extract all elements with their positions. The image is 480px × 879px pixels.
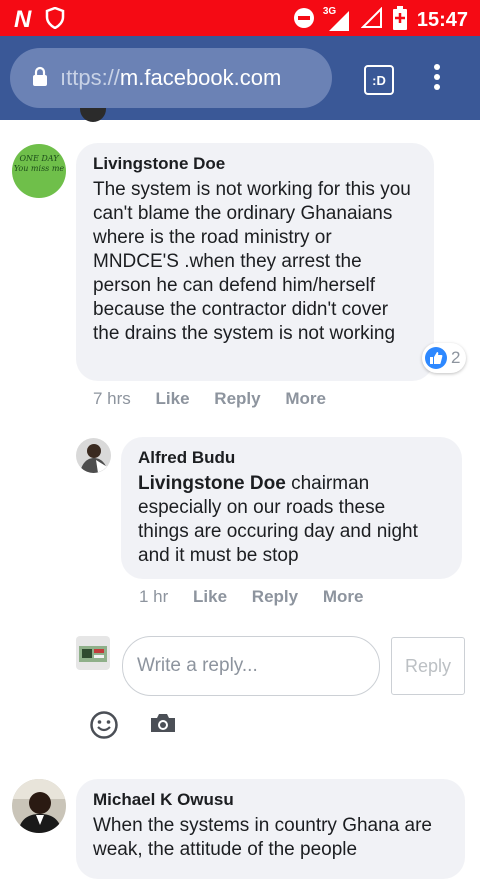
reaction-summary[interactable]: 2 [422,343,466,373]
like-button[interactable]: Like [156,389,190,408]
do-not-disturb-icon [293,7,315,34]
tab-switcher-button[interactable]: :D [364,65,394,95]
reply-time[interactable]: 1 hr [139,587,168,606]
comment-actions: 7 hrs Like Reply More [93,389,326,409]
reply-input[interactable]: Write a reply... [122,636,380,696]
clock: 15:47 [416,9,468,31]
avatar[interactable] [76,438,111,473]
reaction-count: 2 [451,348,461,367]
lock-icon [32,66,48,91]
reply-actions: 1 hr Like Reply More [139,587,363,607]
comment-author[interactable]: Livingstone Doe [93,154,225,174]
url-text: ıttps://m.facebook.com [60,65,281,91]
status-bar: N 3G 15:47 [0,0,480,36]
reply-author[interactable]: Alfred Budu [138,448,235,468]
app-n-icon: N [14,6,32,33]
reply-submit-button[interactable]: Reply [391,637,465,695]
emoji-icon[interactable] [89,710,119,745]
signal-empty-icon [360,6,383,34]
avatar-text: You miss me [13,164,65,173]
overflow-menu-icon[interactable] [430,64,444,96]
comment-bubble: Livingstone Doe The system is not workin… [76,143,434,381]
avatar[interactable] [12,779,66,833]
comment-bubble: Michael K Owusu When the systems in coun… [76,779,465,879]
more-button[interactable]: More [323,587,364,606]
mention-link[interactable]: Livingstone Doe [138,473,286,494]
comment-text: The system is not working for this you c… [93,179,411,344]
url-host: m.facebook.com [119,65,282,90]
comment-time[interactable]: 7 hrs [93,389,131,408]
current-user-avatar [76,636,110,670]
comment-text: When the systems in country Ghana are we… [93,815,432,860]
battery-icon [392,6,407,35]
thumbs-up-icon [425,347,447,369]
reply-button[interactable]: Reply [214,389,260,408]
more-button[interactable]: More [285,389,326,408]
address-bar[interactable]: ıttps://m.facebook.com [10,48,332,108]
browser-toolbar: ıttps://m.facebook.com :D [0,36,480,120]
like-button[interactable]: Like [193,587,227,606]
reply-bubble: Alfred Budu Livingstone Doe chairman esp… [121,437,462,579]
reply-input-placeholder: Write a reply... [137,655,258,676]
url-scheme: ıttps:// [60,65,120,90]
signal-3g-icon: 3G [322,5,351,33]
camera-icon[interactable] [149,712,177,739]
avatar-text: ONE DAY [19,154,59,163]
reply-button[interactable]: Reply [252,587,298,606]
comment-author[interactable]: Michael K Owusu [93,790,234,810]
avatar[interactable]: ONE DAY You miss me [12,144,66,198]
network-label: 3G [322,5,337,17]
reply-text: Livingstone Doe chairman especially on o… [138,472,438,568]
shield-icon [45,6,65,34]
